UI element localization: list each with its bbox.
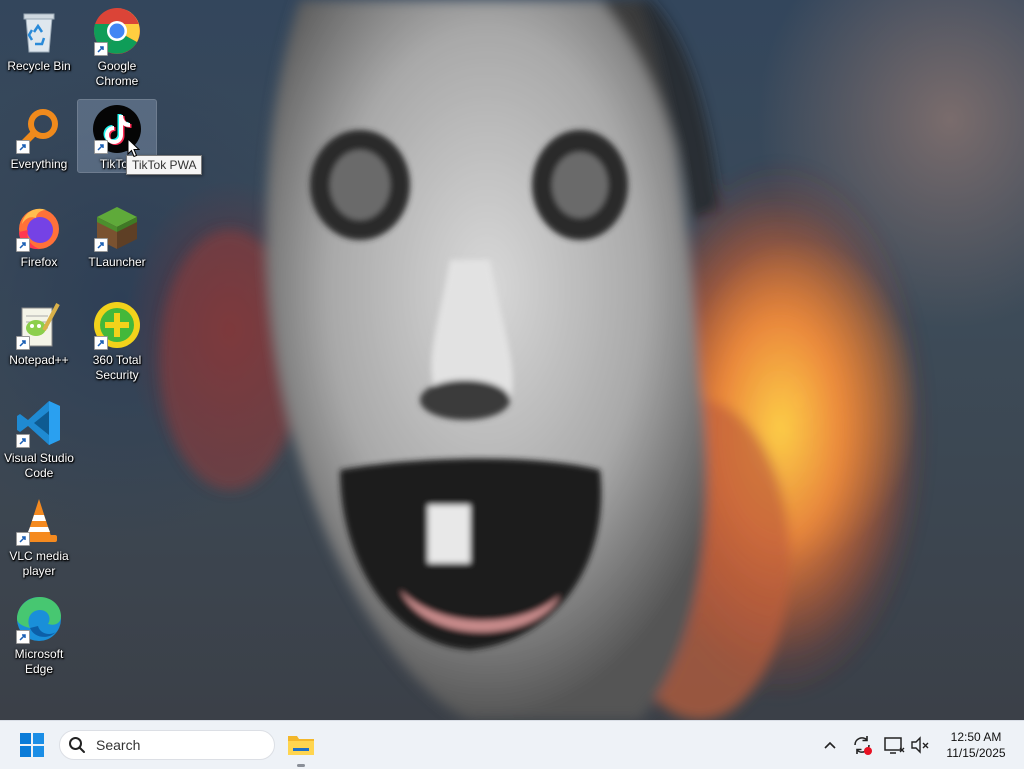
desktop-icon-360-total-security[interactable]: 360 Total Security: [78, 296, 156, 382]
search-icon: [69, 737, 85, 753]
monitor-icon: [884, 737, 905, 754]
desktop-icon-microsoft-edge[interactable]: Microsoft Edge: [0, 590, 78, 676]
tray-update-button[interactable]: [850, 733, 874, 757]
shortcut-arrow-icon: [16, 140, 30, 154]
clock-date: 11/15/2025: [946, 746, 1006, 760]
shortcut-arrow-icon: [94, 336, 108, 350]
shortcut-arrow-icon: [16, 336, 30, 350]
desktop-icon-everything[interactable]: Everything: [0, 100, 78, 172]
desktop-icon-vlc-media-player[interactable]: VLC media player: [0, 492, 78, 578]
desktop-icon-tlauncher[interactable]: TLauncher: [78, 198, 156, 270]
shortcut-arrow-icon: [16, 630, 30, 644]
desktop-icon-notepad-plus-plus[interactable]: Notepad++: [0, 296, 78, 368]
mouse-cursor-icon: [127, 138, 140, 158]
taskbar-search-box[interactable]: [59, 730, 275, 760]
desktop-icon-label: Microsoft Edge: [14, 647, 64, 676]
tray-show-hidden-icons-button[interactable]: [818, 733, 842, 757]
recycle-bin-icon: [23, 13, 55, 53]
speaker-muted-icon: [911, 736, 929, 754]
shortcut-arrow-icon: [16, 238, 30, 252]
desktop-icon-label: 360 Total Security: [92, 353, 142, 382]
desktop-icon-label: Visual Studio Code: [4, 451, 74, 480]
shortcut-arrow-icon: [94, 140, 108, 154]
sync-icon: [854, 736, 872, 755]
clock-time: 12:50 AM: [950, 730, 1002, 744]
tooltip-tiktok-pwa: TikTok PWA: [126, 155, 203, 175]
taskbar-clock[interactable]: 12:50 AM 11/15/2025: [936, 729, 1016, 761]
chevron-up-icon: [824, 741, 836, 749]
running-app-indicator: [297, 764, 305, 767]
folder-icon: [288, 736, 314, 755]
shortcut-arrow-icon: [16, 532, 30, 546]
desktop-icon-firefox[interactable]: Firefox: [0, 198, 78, 270]
desktop-icon-recycle-bin[interactable]: Recycle Bin: [0, 2, 78, 74]
shortcut-arrow-icon: [94, 238, 108, 252]
desktop-icon-label: VLC media player: [9, 549, 69, 578]
taskbar-file-explorer-button[interactable]: [282, 726, 320, 764]
desktop-icon-label: Notepad++: [9, 353, 69, 367]
desktop-icon-visual-studio-code[interactable]: Visual Studio Code: [0, 394, 78, 480]
start-button[interactable]: [12, 727, 52, 763]
taskbar: 12:50 AM 11/15/2025: [0, 720, 1024, 769]
search-input[interactable]: [94, 736, 258, 754]
desktop-icon-label: Everything: [10, 157, 68, 171]
desktop-icon-label: TLauncher: [88, 255, 146, 269]
tray-network-button[interactable]: [882, 733, 906, 757]
shortcut-arrow-icon: [16, 434, 30, 448]
windows-logo-icon: [20, 733, 44, 757]
desktop-icon-google-chrome[interactable]: Google Chrome: [78, 2, 156, 88]
shortcut-arrow-icon: [94, 42, 108, 56]
desktop-icon-label: Google Chrome: [95, 59, 139, 88]
tray-volume-button[interactable]: [908, 733, 932, 757]
desktop-icon-label: Recycle Bin: [7, 59, 71, 73]
desktop-icon-label: Firefox: [20, 255, 58, 269]
